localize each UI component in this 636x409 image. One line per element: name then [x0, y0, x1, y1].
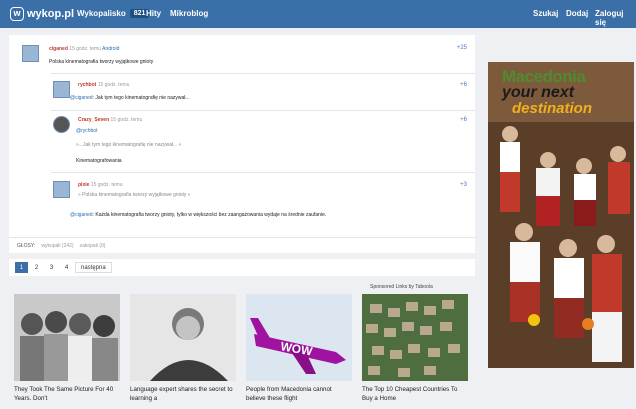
airplane-image: WOW [246, 294, 352, 381]
nav-label: Mikroblog [170, 9, 209, 18]
nav-label: Szukaj [533, 9, 559, 18]
nav-label: Zaloguj się [595, 9, 624, 27]
comment-score[interactable]: +6 [460, 117, 467, 123]
avatar[interactable] [53, 81, 70, 98]
comments-panel: ciganed 15 godz. temu Android +25 Polska… [9, 35, 475, 253]
page-3-button[interactable]: 3 [45, 262, 58, 273]
comment-body: : Jak tym tego kinematografię nie nazywa… [92, 95, 190, 101]
comment-meta: ciganed 15 godz. temu Android [49, 46, 119, 52]
card-caption[interactable]: People from Macedonia cannot believe the… [246, 386, 352, 403]
card-caption[interactable]: They Took The Same Picture For 40 Years.… [14, 386, 120, 403]
nav-login[interactable]: Zaloguj się [595, 9, 636, 27]
nav-add[interactable]: Dodaj [566, 9, 588, 18]
pagination: 1 2 3 4 następna [9, 259, 475, 276]
comment-meta: rychbot 15 godz. temu [78, 82, 129, 88]
tab-downvoters[interactable]: zakopali (0) [80, 243, 106, 249]
nav-label: Dodaj [566, 9, 589, 18]
avatar[interactable] [53, 116, 70, 133]
comment-via[interactable]: Android [102, 46, 119, 52]
card-image [14, 294, 120, 381]
comment-quote: »...Jak tym tego kinematografię nie nazy… [76, 142, 182, 148]
divider [51, 172, 475, 173]
sponsored-card[interactable]: The Top 10 Cheapest Countries To Buy a H… [362, 294, 468, 403]
mention-link[interactable]: @ciganed [70, 95, 93, 101]
votes-bar: GŁOSY: wykopali (242) zakopali (0) [9, 237, 475, 253]
comment-mention: @rychbot [76, 128, 97, 134]
page-4-button[interactable]: 4 [60, 262, 73, 273]
comment-score[interactable]: +25 [457, 45, 467, 51]
divider [51, 110, 475, 111]
comment-text: Polska kinematografia tworzy wyjątkowe g… [49, 59, 154, 65]
comment-quote: » Polska kinematografia tworzy wyjątkowe… [78, 192, 191, 198]
avatar[interactable] [53, 181, 70, 198]
comment-score[interactable]: +3 [460, 182, 467, 188]
card-caption[interactable]: The Top 10 Cheapest Countries To Buy a H… [362, 386, 468, 403]
houses-aerial-image [362, 294, 468, 381]
logo-text: wykop.pl [27, 8, 75, 20]
nav-item-wykopalisko[interactable]: Wykopalisko 821 [77, 9, 150, 18]
sponsored-card[interactable]: WOW People from Macedonia cannot believe… [246, 294, 352, 403]
women-photo-image [14, 294, 120, 381]
comment-author[interactable]: rychbot [78, 82, 96, 88]
nav-item-hity[interactable]: Hity [146, 9, 161, 18]
comment-text: @ciganed: Jak tym tego kinematografię ni… [70, 95, 190, 101]
tab-upvoters[interactable]: wykopali (242) [41, 243, 73, 249]
sponsored-card[interactable]: They Took The Same Picture For 40 Years.… [14, 294, 120, 403]
comment-author[interactable]: ciganed [49, 46, 68, 52]
comment-meta: pixie 15 godz. temu [78, 182, 122, 188]
top-navigation-bar: w wykop.pl Wykopalisko 821 Hity Mikroblo… [0, 0, 636, 28]
comment-text: @ciganed: Każda kinematografia tworzy gn… [70, 212, 470, 218]
site-logo[interactable]: w wykop.pl [10, 6, 74, 22]
comment-author[interactable]: pixie [78, 182, 89, 188]
card-caption[interactable]: Language expert shares the secret to lea… [130, 386, 236, 403]
next-page-button[interactable]: następna [75, 262, 112, 273]
comment-time: 15 godz. temu [110, 117, 143, 123]
mention-link[interactable]: @ciganed [70, 212, 93, 218]
page-1-button[interactable]: 1 [15, 262, 28, 273]
comment-time: 15 godz. temu [97, 82, 130, 88]
mention-link[interactable]: @rychbot [76, 128, 97, 134]
comment-time: 15 godz. temu [90, 182, 123, 188]
page-2-button[interactable]: 2 [30, 262, 43, 273]
woman-smiling-image [130, 294, 236, 381]
votes-label: GŁOSY: [17, 242, 36, 249]
comment-text: Kinematografowania [76, 158, 122, 164]
card-image [130, 294, 236, 381]
card-image [362, 294, 468, 381]
advertisement-banner[interactable]: Macedonia your next destination [488, 62, 634, 368]
avatar[interactable] [22, 45, 39, 62]
comment-score[interactable]: +6 [460, 82, 467, 88]
ad-tagline: destination [512, 100, 593, 117]
sponsored-label[interactable]: Sponsored Links by Taboola [370, 284, 433, 290]
divider [51, 73, 475, 74]
comment-author[interactable]: Crazy_Seven [78, 117, 109, 123]
comment-meta: Crazy_Seven 15 godz. temu [78, 117, 142, 123]
nav-search[interactable]: Szukaj [533, 9, 558, 18]
wykop-logo-icon: w [10, 7, 24, 21]
card-image: WOW [246, 294, 352, 381]
sponsored-card[interactable]: Language expert shares the secret to lea… [130, 294, 236, 403]
nav-label: Wykopalisko [77, 9, 126, 18]
comment-time: 15 godz. temu [69, 46, 101, 52]
comment-body: : Każda kinematografia tworzy gnioty, ty… [92, 212, 327, 218]
nav-label: Hity [146, 9, 162, 18]
nav-item-mikroblog[interactable]: Mikroblog [170, 9, 208, 18]
